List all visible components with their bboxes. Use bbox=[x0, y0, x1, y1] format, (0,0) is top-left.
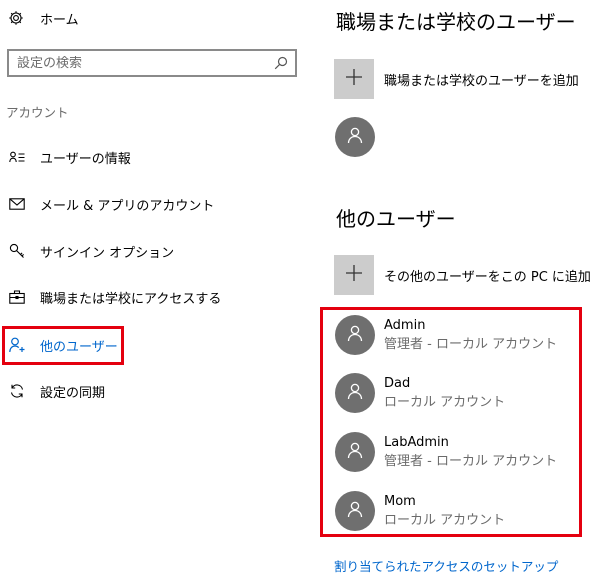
sidebar-item-work-school-access[interactable]: 職場または学校にアクセスする bbox=[0, 279, 300, 315]
plus-tile bbox=[334, 59, 374, 99]
sidebar-item-label: メール & アプリのアカウント bbox=[40, 198, 215, 214]
plus-icon bbox=[345, 264, 363, 286]
home-link[interactable]: ホーム bbox=[8, 6, 79, 30]
gear-icon bbox=[8, 10, 24, 26]
person-icon bbox=[346, 126, 364, 148]
sidebar-item-sign-in-options[interactable]: サインイン オプション bbox=[0, 233, 300, 269]
sync-icon bbox=[8, 382, 26, 400]
plus-icon bbox=[345, 68, 363, 90]
home-label: ホーム bbox=[40, 12, 79, 28]
search-box[interactable] bbox=[7, 49, 297, 77]
search-input[interactable] bbox=[17, 55, 257, 71]
sidebar-item-label: ユーザーの情報 bbox=[40, 151, 131, 167]
key-icon bbox=[8, 242, 26, 260]
plus-tile bbox=[334, 255, 374, 295]
add-other-user-button[interactable]: その他のユーザーをこの PC に追加 bbox=[334, 254, 591, 296]
other-users-heading: 他のユーザー bbox=[336, 207, 456, 231]
section-label-accounts: アカウント bbox=[6, 105, 69, 120]
briefcase-icon bbox=[8, 288, 26, 306]
highlight-box-other-users-nav bbox=[2, 326, 124, 365]
settings-window: ホーム アカウント ユーザーの情報 bbox=[0, 0, 604, 579]
sidebar-item-label: サインイン オプション bbox=[40, 245, 175, 261]
sidebar-item-label: 設定の同期 bbox=[40, 385, 106, 401]
assigned-access-link[interactable]: 割り当てられたアクセスのセットアップ bbox=[334, 556, 558, 575]
avatar[interactable] bbox=[335, 117, 375, 157]
add-work-school-user-label: 職場または学校のユーザーを追加 bbox=[384, 73, 579, 89]
user-info-icon bbox=[8, 148, 26, 166]
mail-icon bbox=[8, 195, 26, 213]
search-icon[interactable] bbox=[273, 55, 289, 71]
work-school-users-heading: 職場または学校のユーザー bbox=[336, 10, 576, 34]
sidebar: ホーム アカウント ユーザーの情報 bbox=[0, 0, 318, 579]
sidebar-item-mail-accounts[interactable]: メール & アプリのアカウント bbox=[0, 186, 300, 222]
sidebar-item-sync-settings[interactable]: 設定の同期 bbox=[0, 373, 300, 409]
sidebar-item-label: 職場または学校にアクセスする bbox=[40, 291, 222, 307]
add-work-school-user-button[interactable]: 職場または学校のユーザーを追加 bbox=[334, 58, 579, 100]
highlight-box-user-list bbox=[320, 307, 582, 537]
sidebar-item-user-info[interactable]: ユーザーの情報 bbox=[0, 139, 300, 175]
add-other-user-label: その他のユーザーをこの PC に追加 bbox=[384, 269, 591, 285]
